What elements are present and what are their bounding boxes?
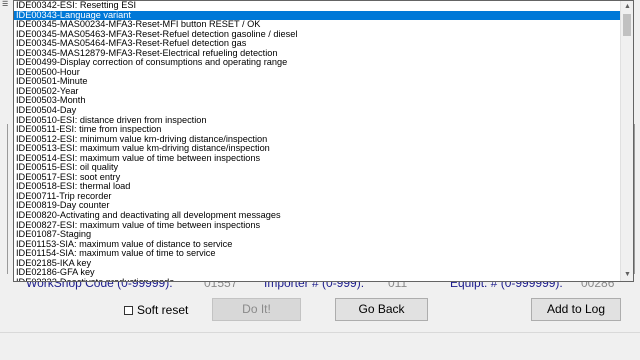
dropdown-item[interactable]: IDE02332-Deactivate production mode — [14, 278, 621, 281]
dropdown-item[interactable]: IDE00517-ESI: soot entry — [14, 173, 621, 183]
go-back-button[interactable]: Go Back — [335, 298, 428, 321]
adaptation-channel-dropdown-list[interactable]: IDE00342-ESI: Resetting ESI IDE00343-Lang… — [13, 0, 634, 282]
scroll-thumb[interactable] — [623, 14, 631, 36]
dropdown-item[interactable]: IDE00500-Hour — [14, 68, 621, 78]
bottom-strip — [0, 332, 640, 360]
dropdown-item[interactable]: IDE00501-Minute — [14, 77, 621, 87]
do-it-button[interactable]: Do It! — [212, 298, 301, 321]
dropdown-item[interactable]: IDE00345-MAS05463-MFA3-Reset-Refuel dete… — [14, 30, 621, 40]
soft-reset-label: Soft reset — [137, 303, 189, 317]
soft-reset-checkbox[interactable] — [124, 305, 133, 315]
group-box-edge-left — [7, 124, 11, 274]
dropdown-item[interactable]: IDE00504-Day — [14, 106, 621, 116]
dropdown-item[interactable]: IDE01087-Staging — [14, 230, 621, 240]
dropdown-item[interactable]: IDE00820-Activating and deactivating all… — [14, 211, 621, 221]
dropdown-item[interactable]: IDE00502-Year — [14, 87, 621, 97]
dropdown-item[interactable]: IDE01154-SIA: maximum value of time to s… — [14, 249, 621, 259]
dropdown-item[interactable]: IDE00819-Day counter — [14, 201, 621, 211]
dropdown-item[interactable]: IDE00518-ESI: thermal load — [14, 182, 621, 192]
dropdown-item[interactable]: IDE00343-Language variant — [14, 10, 621, 21]
scroll-up-arrow-icon[interactable]: ▲ — [621, 1, 633, 13]
dropdown-item[interactable]: IDE00513-ESI: maximum value km-driving d… — [14, 144, 621, 154]
dropdown-item[interactable]: IDE00345-MAS05464-MFA3-Reset-Refuel dete… — [14, 39, 621, 49]
window-menu-icon[interactable]: ☰ — [2, 0, 12, 9]
dropdown-item[interactable]: IDE00510-ESI: distance driven from inspe… — [14, 116, 621, 126]
dropdown-item[interactable]: IDE00345-MAS00234-MFA3-Reset-MFI button … — [14, 20, 621, 30]
dropdown-item[interactable]: IDE00342-ESI: Resetting ESI — [14, 1, 621, 11]
dropdown-item[interactable]: IDE02186-GFA key — [14, 268, 621, 278]
dropdown-item[interactable]: IDE02185-IKA key — [14, 259, 621, 269]
scroll-down-arrow-icon[interactable]: ▼ — [621, 269, 633, 281]
dropdown-item[interactable]: IDE00515-ESI: oil quality — [14, 163, 621, 173]
dropdown-item[interactable]: IDE01153-SIA: maximum value of distance … — [14, 240, 621, 250]
soft-reset-option[interactable]: Soft reset — [124, 303, 188, 317]
dropdown-item[interactable]: IDE00503-Month — [14, 96, 621, 106]
dropdown-item[interactable]: IDE00827-ESI: maximum value of time betw… — [14, 221, 621, 231]
dropdown-item[interactable]: IDE00345-MAS12879-MFA3-Reset-Electrical … — [14, 49, 621, 59]
dropdown-scrollbar[interactable]: ▲ ▼ — [620, 1, 633, 281]
dropdown-item[interactable]: IDE00511-ESI: time from inspection — [14, 125, 621, 135]
dropdown-item[interactable]: IDE00499-Display correction of consumpti… — [14, 58, 621, 68]
dropdown-item[interactable]: IDE00711-Trip recorder — [14, 192, 621, 202]
dropdown-item[interactable]: IDE00514-ESI: maximum value of time betw… — [14, 154, 621, 164]
add-to-log-button[interactable]: Add to Log — [531, 298, 621, 321]
dropdown-list: IDE00342-ESI: Resetting ESI IDE00343-Lang… — [14, 1, 621, 281]
dropdown-item[interactable]: IDE00512-ESI: minimum value km-driving d… — [14, 135, 621, 145]
